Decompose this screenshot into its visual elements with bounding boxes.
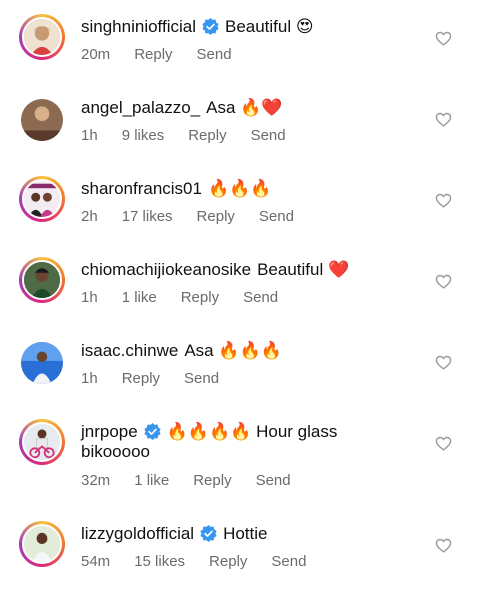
- avatar[interactable]: [19, 97, 65, 143]
- comment-text: Hottie: [223, 524, 268, 543]
- heart-outline-icon: [435, 193, 452, 208]
- comment-time: 20m: [81, 46, 111, 63]
- reply-button[interactable]: Reply: [209, 553, 247, 570]
- send-button[interactable]: Send: [184, 370, 219, 387]
- avatar[interactable]: [19, 257, 65, 303]
- like-button[interactable]: [435, 30, 452, 47]
- comments-list: singhniniofficial Beautiful 😍 20m Reply Sen…: [0, 0, 480, 597]
- verified-badge-icon: [144, 423, 161, 440]
- avatar[interactable]: [19, 176, 65, 222]
- comment-time: 32m: [81, 472, 111, 489]
- send-button[interactable]: Send: [259, 208, 294, 225]
- like-button[interactable]: [435, 273, 452, 290]
- like-button[interactable]: [435, 435, 452, 452]
- reply-button[interactable]: Reply: [134, 46, 172, 63]
- avatar[interactable]: [19, 419, 65, 465]
- avatar[interactable]: [19, 340, 65, 386]
- avatar[interactable]: [19, 14, 65, 60]
- like-button[interactable]: [435, 537, 452, 554]
- reply-button[interactable]: Reply: [188, 127, 226, 144]
- heart-outline-icon: [435, 538, 452, 553]
- comment-username[interactable]: jnrpope: [81, 422, 138, 441]
- heart-outline-icon: [435, 31, 452, 46]
- send-button[interactable]: Send: [243, 289, 278, 306]
- likes-count[interactable]: 1 like: [122, 289, 157, 306]
- reply-button[interactable]: Reply: [197, 208, 235, 225]
- like-button[interactable]: [435, 354, 452, 371]
- comment-time: 54m: [81, 553, 111, 570]
- verified-badge-icon: [202, 18, 219, 35]
- send-button[interactable]: Send: [251, 127, 286, 144]
- comment-username[interactable]: lizzygoldofficial: [81, 524, 194, 543]
- heart-outline-icon: [435, 436, 452, 451]
- verified-badge-icon: [200, 525, 217, 542]
- comment-username[interactable]: angel_palazzo_: [81, 98, 200, 117]
- comment-username[interactable]: singhniniofficial: [81, 17, 196, 36]
- comment-time: 2h: [81, 208, 98, 225]
- comment-time: 1h: [81, 289, 98, 306]
- send-button[interactable]: Send: [256, 472, 291, 489]
- reply-button[interactable]: Reply: [193, 472, 231, 489]
- comment-username[interactable]: chiomachijiokeanosike: [81, 260, 251, 279]
- likes-count[interactable]: 17 likes: [122, 208, 173, 225]
- likes-count[interactable]: 9 likes: [122, 127, 165, 144]
- comment-text: Beautiful 😍: [224, 17, 314, 36]
- heart-outline-icon: [435, 112, 452, 127]
- like-button[interactable]: [435, 192, 452, 209]
- comment-time: 1h: [81, 127, 98, 144]
- like-button[interactable]: [435, 111, 452, 128]
- comment-username[interactable]: isaac.chinwe: [81, 341, 178, 360]
- comment-text: Asa 🔥🔥🔥: [184, 341, 282, 360]
- comment-text: 🔥🔥🔥: [207, 179, 272, 198]
- comment-text: Beautiful ❤️: [257, 260, 350, 279]
- heart-outline-icon: [435, 355, 452, 370]
- reply-button[interactable]: Reply: [181, 289, 219, 306]
- send-button[interactable]: Send: [271, 553, 306, 570]
- likes-count[interactable]: 15 likes: [134, 553, 185, 570]
- heart-outline-icon: [435, 274, 452, 289]
- likes-count[interactable]: 1 like: [134, 472, 169, 489]
- send-button[interactable]: Send: [197, 46, 232, 63]
- avatar[interactable]: [19, 521, 65, 567]
- reply-button[interactable]: Reply: [122, 370, 160, 387]
- comment-username[interactable]: sharonfrancis01: [81, 179, 202, 198]
- comment-text: Asa 🔥❤️: [206, 98, 283, 117]
- comment-time: 1h: [81, 370, 98, 387]
